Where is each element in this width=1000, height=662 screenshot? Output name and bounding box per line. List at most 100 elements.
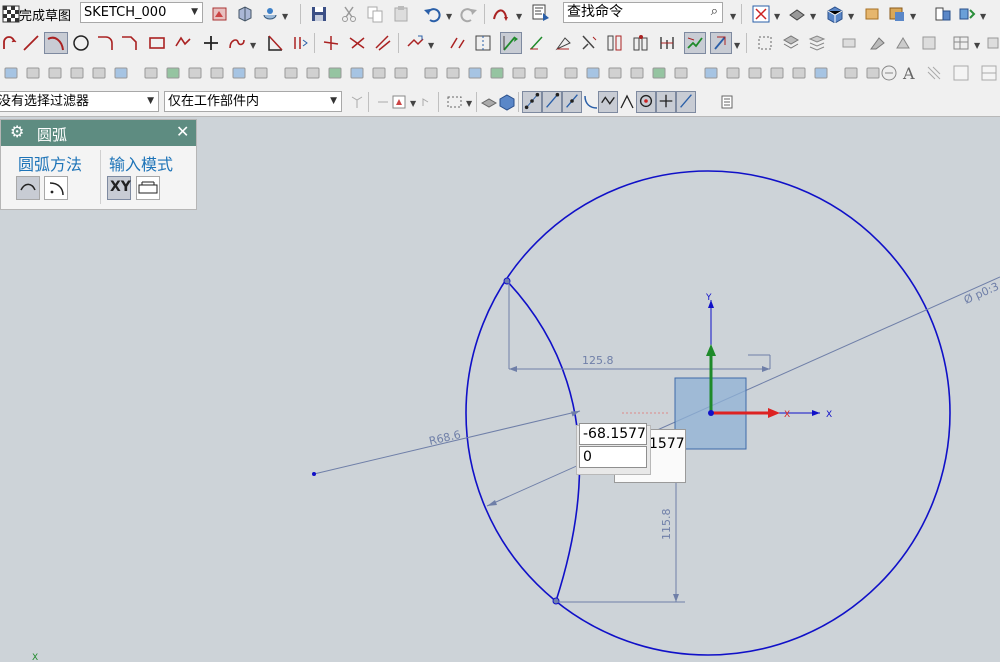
chevron-down-icon[interactable]: ▼ xyxy=(974,41,980,50)
create-inferred-constraints-icon[interactable] xyxy=(710,32,732,54)
cut-icon[interactable] xyxy=(340,5,358,23)
redo-icon[interactable] xyxy=(460,5,478,23)
intersect-icon[interactable] xyxy=(370,64,388,82)
finish-sketch-icon[interactable] xyxy=(2,5,20,23)
sketch-style-icon[interactable] xyxy=(211,5,229,23)
select-all-icon[interactable] xyxy=(718,93,736,111)
chevron-down-icon[interactable]: ▼ xyxy=(910,12,916,21)
horizontal-dimension[interactable]: 125.8 xyxy=(508,281,771,372)
chevron-down-icon[interactable]: ▼ xyxy=(410,99,416,108)
chevron-down-icon[interactable]: ▼ xyxy=(734,41,740,50)
y-coordinate-input[interactable]: 0 xyxy=(579,446,647,468)
line-icon[interactable] xyxy=(22,34,40,52)
text-tool-icon[interactable]: A xyxy=(900,64,918,82)
chevron-down-icon[interactable]: ▼ xyxy=(774,12,780,21)
thread-icon[interactable] xyxy=(925,64,943,82)
center-endpoints-arc-button[interactable] xyxy=(44,176,68,200)
tube-icon[interactable] xyxy=(532,64,550,82)
scope-filter-dropdown[interactable]: 仅在工作部件内 ▼ xyxy=(164,91,342,112)
subtract-icon[interactable] xyxy=(348,64,366,82)
thicken-icon[interactable] xyxy=(562,64,580,82)
arc-tool-active-icon[interactable] xyxy=(44,32,68,54)
sew-icon[interactable] xyxy=(282,64,300,82)
scale-body-icon[interactable] xyxy=(672,64,690,82)
circle-icon[interactable] xyxy=(72,34,90,52)
wrap-icon[interactable] xyxy=(584,64,602,82)
continuous-auto-dimension-icon[interactable] xyxy=(500,32,522,54)
selection-filter-dropdown[interactable]: 没有选择过滤器 ▼ xyxy=(0,91,159,112)
layer-stack-icon[interactable] xyxy=(808,34,826,52)
hole-icon[interactable] xyxy=(880,64,898,82)
dim-diameter-text[interactable]: Ø p0:3 xyxy=(962,280,1000,307)
polygon-icon[interactable] xyxy=(174,34,192,52)
datum-plane-icon[interactable] xyxy=(392,64,410,82)
pattern-curve-icon[interactable] xyxy=(406,34,424,52)
arc-end-point[interactable] xyxy=(552,597,560,605)
assembly-icon[interactable] xyxy=(934,5,952,23)
select-assembly-icon[interactable] xyxy=(348,93,366,111)
chamfer-icon[interactable] xyxy=(112,64,130,82)
associative-snap-icon[interactable] xyxy=(684,32,706,54)
view-cube-icon[interactable] xyxy=(826,5,844,23)
point-set-icon[interactable] xyxy=(444,64,462,82)
derived-lines-icon[interactable] xyxy=(474,34,492,52)
arc-dialog-header[interactable]: ⚙ 圆弧 ✕ xyxy=(1,120,196,146)
delete-face-icon[interactable] xyxy=(724,64,742,82)
union-icon[interactable] xyxy=(326,64,344,82)
patch-icon[interactable] xyxy=(304,64,322,82)
sketch-name-dropdown[interactable]: SKETCH_000 ▼ xyxy=(80,2,203,23)
chevron-down-icon[interactable]: ▼ xyxy=(466,99,472,108)
chevron-down-icon[interactable]: ▼ xyxy=(810,12,816,21)
pattern-feature-icon[interactable] xyxy=(466,64,484,82)
mirror-icon[interactable] xyxy=(488,64,506,82)
search-icon[interactable]: ⌕ xyxy=(711,3,718,21)
snap-point-icon[interactable] xyxy=(756,34,774,52)
finish-sketch-label[interactable]: 完成草图 xyxy=(19,5,71,24)
replace-face-icon[interactable] xyxy=(746,64,764,82)
boundary-icon[interactable] xyxy=(952,64,970,82)
move-face-icon[interactable] xyxy=(702,64,720,82)
dim-horizontal-text[interactable]: 125.8 xyxy=(582,354,614,367)
patch-icon[interactable] xyxy=(980,64,998,82)
shell-icon[interactable] xyxy=(164,64,182,82)
datum-axis-icon[interactable] xyxy=(422,64,440,82)
draft-icon[interactable] xyxy=(186,64,204,82)
selection-rectangle-icon[interactable] xyxy=(446,93,464,111)
xy-input-mode-button[interactable]: XY xyxy=(107,176,131,200)
emboss-icon[interactable] xyxy=(606,64,624,82)
synchronous-icon[interactable] xyxy=(812,64,830,82)
wave-link-icon[interactable] xyxy=(842,64,860,82)
work-layer-icon[interactable] xyxy=(864,5,882,23)
snap-arc-center-icon[interactable] xyxy=(636,91,656,113)
surface-icon[interactable] xyxy=(650,64,668,82)
parameter-input-mode-button[interactable] xyxy=(136,176,160,200)
hole-icon[interactable] xyxy=(46,64,64,82)
boss-icon[interactable] xyxy=(68,64,86,82)
dim-radius-text[interactable]: R68.6 xyxy=(428,428,462,448)
make-symmetric-icon[interactable] xyxy=(580,34,598,52)
trim-body-icon[interactable] xyxy=(230,64,248,82)
radius-dimension[interactable]: R68.6 xyxy=(312,410,581,476)
offset-face-icon[interactable] xyxy=(208,64,226,82)
snap-intersection-icon[interactable] xyxy=(618,93,636,111)
command-search-input[interactable]: 查找命令 ⌕ xyxy=(563,2,723,23)
geometric-constraints-icon[interactable] xyxy=(554,34,572,52)
offset-curve-icon[interactable] xyxy=(292,34,310,52)
edge-blend-icon[interactable] xyxy=(142,64,160,82)
point-icon[interactable] xyxy=(202,34,220,52)
fit-view-icon[interactable] xyxy=(752,5,770,23)
rib-icon[interactable] xyxy=(90,64,108,82)
resize-blend-icon[interactable] xyxy=(768,64,786,82)
select-body-icon[interactable] xyxy=(390,93,408,111)
grid-settings-icon[interactable] xyxy=(952,34,970,52)
measure-distance-icon[interactable] xyxy=(868,34,886,52)
quick-trim-icon[interactable] xyxy=(322,34,340,52)
revolve-icon[interactable] xyxy=(24,64,42,82)
profile-icon[interactable] xyxy=(2,34,20,52)
rectangle-icon[interactable] xyxy=(148,34,166,52)
trim-icon[interactable] xyxy=(266,34,284,52)
select-solid-icon[interactable] xyxy=(498,93,516,111)
save-icon[interactable] xyxy=(310,5,328,23)
close-icon[interactable]: ✕ xyxy=(176,122,189,141)
three-point-arc-button[interactable] xyxy=(16,176,40,200)
